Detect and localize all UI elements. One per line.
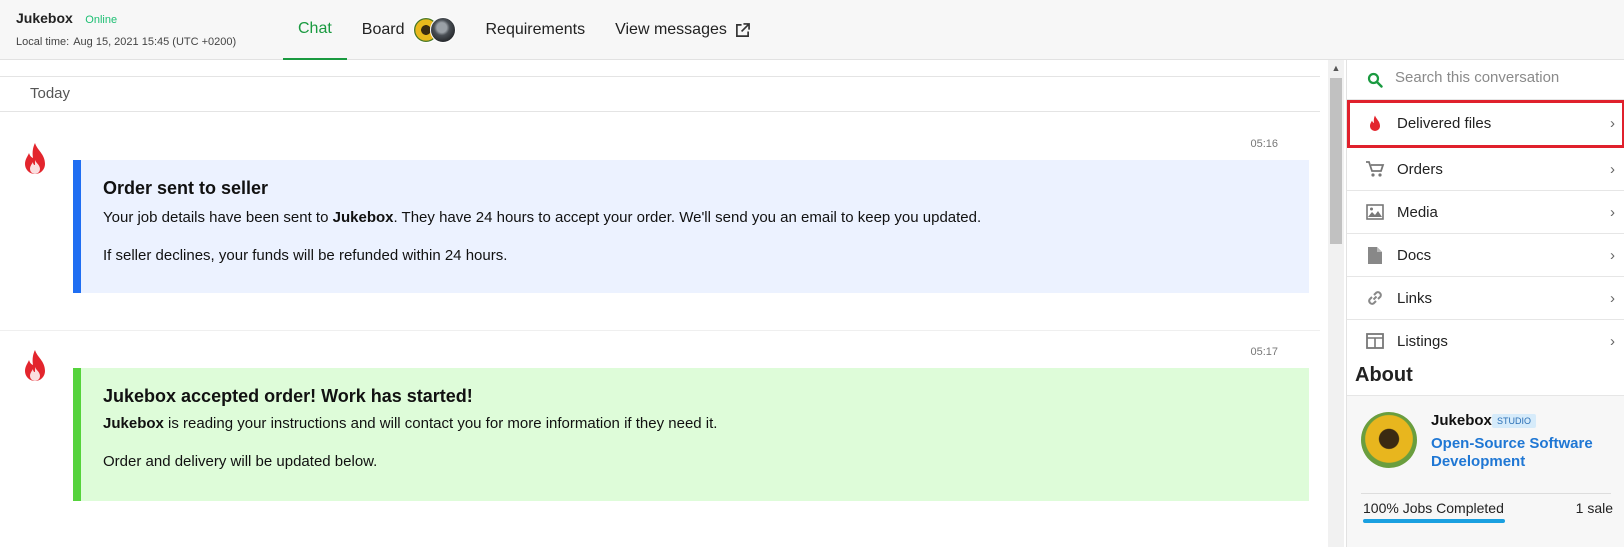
flame-icon xyxy=(1365,114,1385,134)
contact-info: Jukebox Online xyxy=(16,10,117,28)
tab-chat-label: Chat xyxy=(298,20,332,37)
card-title: Jukebox accepted order! Work has started… xyxy=(103,386,473,406)
sidebar-item-label: Listings xyxy=(1397,332,1448,350)
card-text: Order and delivery will be updated below… xyxy=(103,453,378,470)
sidebar-item-label: Delivered files xyxy=(1397,115,1492,132)
tab-board-label: Board xyxy=(361,21,405,38)
chevron-right-icon: › xyxy=(1610,332,1615,350)
conversation-sidebar: Delivered files › Orders › Media › Docs … xyxy=(1346,60,1624,547)
chevron-right-icon: › xyxy=(1610,246,1615,264)
order-sent-card: Order sent to seller Your job details ha… xyxy=(73,160,1309,293)
seller-card: Jukebox STUDIO Open-Source Software Deve… xyxy=(1347,396,1624,547)
sidebar-item-media[interactable]: Media › xyxy=(1347,191,1624,234)
tab-bar: Chat Board Requirements View messages xyxy=(283,0,765,60)
sidebar-item-label: Docs xyxy=(1397,246,1432,264)
sidebar-item-orders[interactable]: Orders › xyxy=(1347,148,1624,191)
search-icon xyxy=(1367,72,1383,93)
order-accepted-card: Jukebox accepted order! Work has started… xyxy=(73,368,1309,501)
local-time: Local time: Aug 15, 2021 15:45 (UTC +0200… xyxy=(16,36,236,48)
document-icon xyxy=(1365,245,1385,265)
message-divider xyxy=(0,330,1320,331)
online-status: Online xyxy=(85,14,118,26)
day-label: Today xyxy=(30,85,71,102)
scroll-up-arrow-icon[interactable]: ▲ xyxy=(1328,60,1344,76)
seller-name[interactable]: Jukebox xyxy=(1431,412,1492,429)
tab-chat[interactable]: Chat xyxy=(283,0,347,60)
sidebar-item-label: Orders xyxy=(1397,160,1443,178)
sidebar-item-delivered-files[interactable]: Delivered files › xyxy=(1347,100,1624,148)
tab-view-messages-label: View messages xyxy=(615,21,727,38)
sidebar-item-label: Links xyxy=(1397,289,1433,307)
local-time-label: Local time: xyxy=(16,36,70,48)
contact-name[interactable]: Jukebox xyxy=(16,10,73,26)
message-time: 05:17 xyxy=(1250,346,1278,358)
card-text: Your job details have been sent to Jukeb… xyxy=(103,209,982,226)
seller-name: Jukebox xyxy=(332,209,394,226)
sales-count: 1 sale xyxy=(1575,500,1613,516)
sidebar-item-docs[interactable]: Docs › xyxy=(1347,234,1624,277)
seller-category-link[interactable]: Open-Source Software Development xyxy=(1431,435,1611,471)
tab-board[interactable]: Board xyxy=(347,0,471,60)
chevron-right-icon: › xyxy=(1610,203,1615,221)
image-icon xyxy=(1365,202,1385,222)
day-separator: Today xyxy=(0,76,1320,112)
seller-name: Jukebox xyxy=(103,415,164,432)
jobs-completed-progress xyxy=(1363,519,1505,523)
card-text: If seller declines, your funds will be r… xyxy=(103,247,508,264)
scroll-thumb[interactable] xyxy=(1330,78,1342,244)
tab-requirements-label: Requirements xyxy=(485,21,586,38)
flame-icon xyxy=(20,349,50,385)
divider xyxy=(1361,493,1611,494)
tab-view-messages[interactable]: View messages xyxy=(600,0,765,60)
about-header: About xyxy=(1347,356,1624,396)
chevron-right-icon: › xyxy=(1610,289,1615,307)
cart-icon xyxy=(1365,159,1385,179)
studio-badge: STUDIO xyxy=(1492,414,1537,428)
flame-icon xyxy=(20,142,50,178)
card-text: Jukebox is reading your instructions and… xyxy=(103,415,718,432)
conversation-header: Jukebox Online Local time: Aug 15, 2021 1… xyxy=(0,0,1624,60)
search-input[interactable] xyxy=(1395,69,1615,86)
avatar[interactable] xyxy=(1361,412,1417,468)
about-title: About xyxy=(1355,364,1413,386)
avatar xyxy=(429,17,456,43)
tab-requirements[interactable]: Requirements xyxy=(471,0,601,60)
chevron-right-icon: › xyxy=(1610,160,1615,178)
chat-panel: Today 05:16 Order sent to seller Your jo… xyxy=(0,60,1328,547)
search-box xyxy=(1347,60,1624,100)
link-icon xyxy=(1365,288,1385,308)
message-time: 05:16 xyxy=(1250,138,1278,150)
chat-scrollbar[interactable]: ▲ xyxy=(1328,60,1344,547)
sidebar-item-label: Media xyxy=(1397,203,1438,221)
listings-icon xyxy=(1365,331,1385,351)
sidebar-nav: Delivered files › Orders › Media › Docs … xyxy=(1347,100,1624,363)
card-title: Order sent to seller xyxy=(103,178,269,198)
chevron-right-icon: › xyxy=(1610,115,1615,132)
external-link-icon xyxy=(735,22,750,38)
sidebar-item-links[interactable]: Links › xyxy=(1347,277,1624,320)
board-avatars xyxy=(412,17,456,43)
local-time-value: Aug 15, 2021 15:45 (UTC +0200) xyxy=(73,36,237,48)
jobs-completed-label: 100% Jobs Completed xyxy=(1363,500,1504,516)
